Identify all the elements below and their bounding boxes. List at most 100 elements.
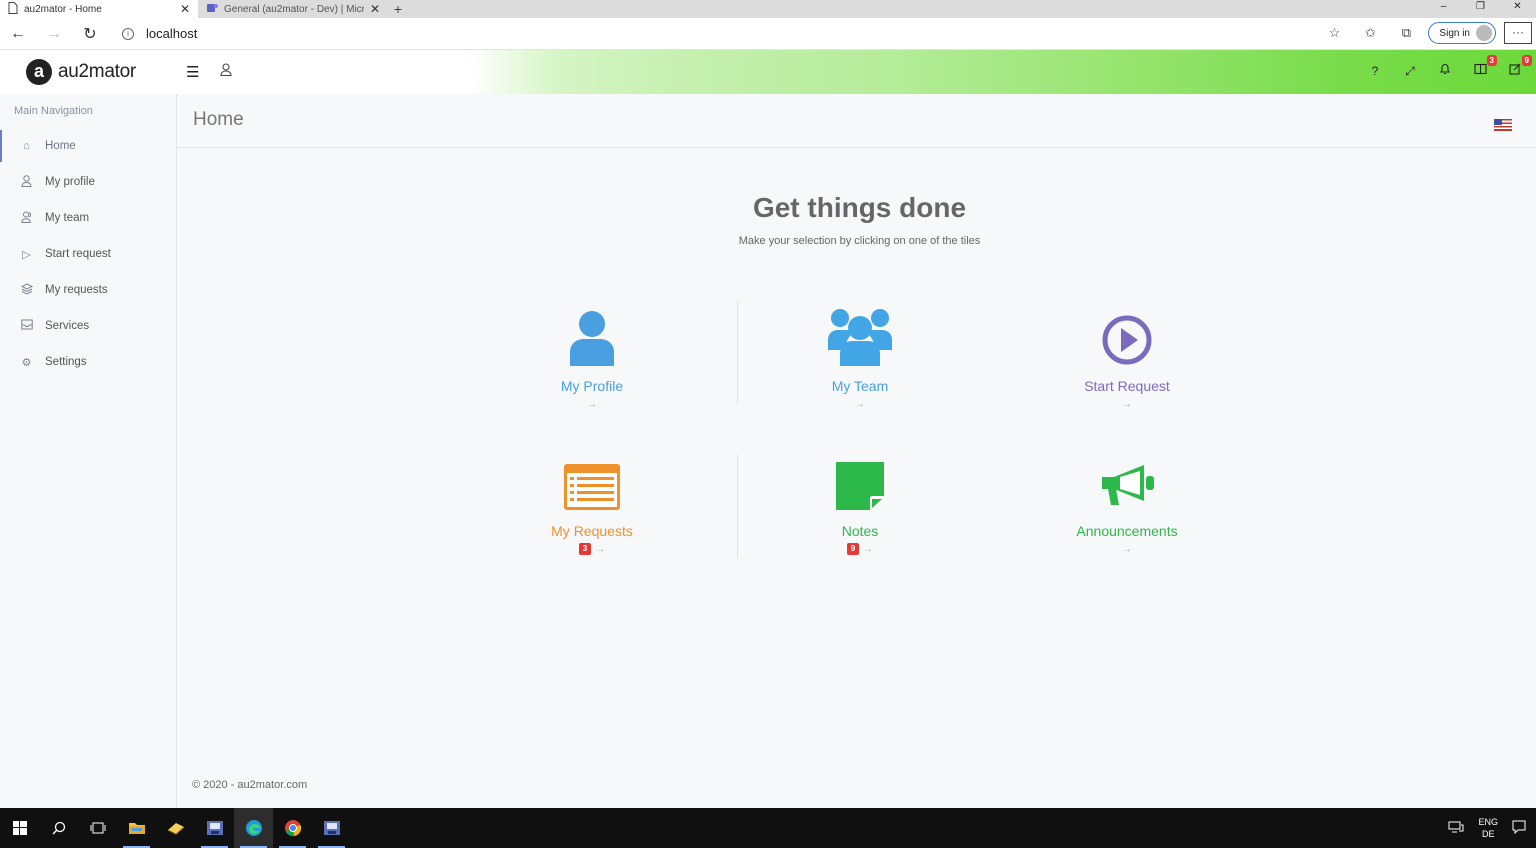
play-icon: ▷ bbox=[22, 248, 31, 261]
megaphone-icon bbox=[1102, 465, 1154, 505]
tile-my-team[interactable]: My Team → bbox=[760, 302, 960, 411]
home-icon: ⌂ bbox=[23, 140, 30, 152]
info-icon[interactable]: i bbox=[122, 27, 134, 40]
collections-icon[interactable]: ⧉ bbox=[1392, 25, 1420, 41]
help-icon[interactable]: ? bbox=[1366, 62, 1384, 80]
hero-title: Get things done bbox=[752, 192, 967, 223]
back-icon[interactable]: ← bbox=[0, 25, 36, 43]
tile-divider bbox=[737, 455, 738, 559]
favorites-icon[interactable]: ✩ bbox=[1356, 25, 1384, 41]
more-menu-button[interactable]: ··· bbox=[1504, 22, 1532, 44]
star-icon[interactable]: ☆ bbox=[1320, 25, 1348, 41]
footer-copyright: © 2020 - au2mator.com bbox=[192, 779, 308, 791]
windows-start-icon[interactable] bbox=[0, 808, 39, 848]
search-icon[interactable] bbox=[39, 808, 78, 848]
browser-tab[interactable]: General (au2mator - Dev) | Micr ✕ bbox=[198, 0, 388, 18]
inbox-icon bbox=[20, 319, 33, 333]
close-tab-icon[interactable]: ✕ bbox=[370, 2, 380, 16]
address-bar: ← → ↻ i localhost ☆ ✩ ⧉ Sign in ··· bbox=[0, 18, 1536, 50]
arrow-icon: → bbox=[595, 543, 606, 555]
close-window-icon[interactable]: ✕ bbox=[1499, 0, 1536, 18]
forward-icon[interactable]: → bbox=[36, 25, 72, 43]
new-tab-button[interactable]: + bbox=[388, 0, 408, 18]
list-icon bbox=[564, 464, 620, 510]
tile-label: My Requests bbox=[551, 523, 633, 539]
close-tab-icon[interactable]: ✕ bbox=[180, 2, 190, 16]
sidebar-item-settings[interactable]: ⚙ Settings bbox=[0, 344, 176, 380]
user-icon bbox=[570, 311, 614, 366]
logo-text: au2mator bbox=[58, 61, 136, 82]
sidebar-item-label: My profile bbox=[45, 176, 95, 188]
edit-icon[interactable]: 9 bbox=[1506, 55, 1532, 80]
sidebar-item-my-requests[interactable]: My requests bbox=[0, 272, 176, 308]
restore-icon[interactable]: ❐ bbox=[1462, 0, 1499, 18]
file-explorer-icon[interactable] bbox=[117, 808, 156, 848]
teams-icon bbox=[206, 2, 218, 17]
logo-mark: a bbox=[26, 59, 52, 85]
hero-subtitle: Make your selection by clicking on one o… bbox=[738, 235, 981, 247]
url-field[interactable]: i localhost bbox=[122, 26, 197, 41]
arrow-icon: → bbox=[863, 543, 874, 555]
tile-start-request[interactable]: Start Request → bbox=[1027, 302, 1227, 411]
book-icon[interactable]: 3 bbox=[1471, 55, 1497, 80]
language-indicator[interactable]: ENG DE bbox=[1478, 816, 1498, 840]
user-icon[interactable] bbox=[220, 63, 232, 79]
chrome-icon[interactable] bbox=[273, 808, 312, 848]
sidebar-heading: Main Navigation bbox=[14, 105, 93, 117]
action-center-icon[interactable] bbox=[1512, 820, 1526, 836]
logo[interactable]: a au2mator bbox=[26, 59, 136, 85]
count-badge: 3 bbox=[578, 543, 592, 555]
sidebar-item-label: Services bbox=[45, 320, 90, 332]
app-icon[interactable] bbox=[195, 808, 234, 848]
arrow-icon: → bbox=[587, 398, 597, 410]
window-controls: – ❐ ✕ bbox=[1425, 0, 1536, 18]
play-circle-icon bbox=[1102, 315, 1152, 365]
page-title: Home bbox=[193, 109, 244, 130]
tab-title: General (au2mator - Dev) | Micr bbox=[224, 3, 364, 15]
task-view-icon[interactable] bbox=[78, 808, 117, 848]
browser-tab-active[interactable]: au2mator - Home ✕ bbox=[0, 0, 198, 18]
taskbar: ENG DE bbox=[0, 808, 1536, 848]
fullscreen-icon[interactable]: ⤢ bbox=[1401, 62, 1419, 80]
system-tray: ENG DE bbox=[1448, 808, 1536, 848]
minimize-icon[interactable]: – bbox=[1425, 0, 1462, 18]
sidebar-item-label: Start request bbox=[45, 248, 111, 260]
us-flag-icon[interactable] bbox=[1494, 119, 1512, 131]
tile-divider bbox=[737, 301, 738, 405]
refresh-icon[interactable]: ↻ bbox=[72, 24, 108, 44]
notification-badge: 3 bbox=[1486, 55, 1497, 66]
app-icon[interactable] bbox=[312, 808, 351, 848]
sidebar-item-home[interactable]: ⌂ Home bbox=[0, 128, 176, 164]
sign-in-button[interactable]: Sign in bbox=[1428, 22, 1496, 44]
arrow-icon: → bbox=[855, 398, 865, 410]
note-icon bbox=[836, 462, 884, 510]
notification-badge: 9 bbox=[1521, 55, 1532, 66]
sidebar-item-services[interactable]: Services bbox=[0, 308, 176, 344]
header-icons: ? ⤢ 3 9 bbox=[1366, 55, 1532, 80]
sidebar-item-label: Settings bbox=[45, 356, 87, 368]
url-text: localhost bbox=[146, 26, 198, 41]
page-icon bbox=[8, 1, 18, 17]
edge-browser-icon[interactable] bbox=[234, 808, 273, 848]
app-header: a au2mator ☰ ? ⤢ 3 9 bbox=[0, 50, 1536, 94]
count-badge: 9 bbox=[846, 543, 860, 555]
hamburger-menu-icon[interactable]: ☰ bbox=[186, 63, 199, 81]
tile-label: Announcements bbox=[1076, 523, 1178, 539]
sidebar-item-label: My requests bbox=[45, 284, 108, 296]
app-icon[interactable] bbox=[156, 808, 195, 848]
tile-label: Notes bbox=[841, 523, 879, 539]
browser-tab-strip: au2mator - Home ✕ General (au2mator - De… bbox=[0, 0, 1536, 18]
user-icon bbox=[20, 174, 33, 190]
bell-icon[interactable] bbox=[1436, 62, 1454, 80]
network-icon[interactable] bbox=[1448, 821, 1464, 835]
avatar bbox=[1476, 25, 1492, 41]
tile-my-profile[interactable]: My Profile → bbox=[492, 302, 692, 411]
tile-notes[interactable]: Notes 9 → bbox=[760, 447, 960, 556]
sign-in-label: Sign in bbox=[1439, 27, 1470, 39]
arrow-icon: → bbox=[1122, 398, 1132, 410]
sidebar-item-label: Home bbox=[45, 140, 76, 152]
team-icon bbox=[828, 309, 892, 366]
arrow-icon: → bbox=[1122, 543, 1132, 555]
tile-announcements[interactable]: Announcements → bbox=[1027, 447, 1227, 556]
tile-my-requests[interactable]: My Requests 3 → bbox=[492, 447, 692, 556]
